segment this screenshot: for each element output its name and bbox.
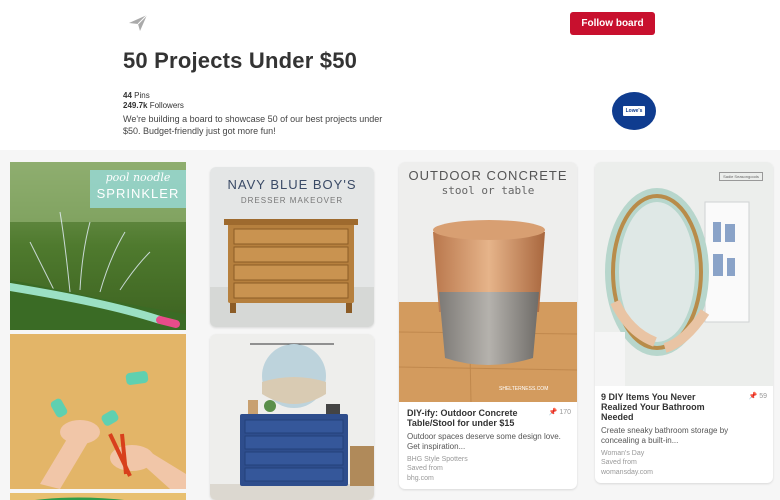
pins-label: Pins (134, 91, 150, 100)
repin-count-value: 170 (559, 409, 571, 416)
mirror-badge: Sadie Seasongoods (719, 172, 763, 181)
noodle-cutting-photo (10, 334, 186, 489)
pin-mirror-image[interactable]: Sadie Seasongoods (595, 162, 773, 386)
overlay-line-1: pool noodle (105, 171, 171, 184)
dresser-overlay: NAVY BLUE BOY'S DRESSER MAKEOVER (210, 177, 374, 207)
board-description: We're building a board to showcase 50 of… (123, 114, 383, 136)
saved-from-label: Saved from (407, 465, 443, 472)
concrete-watermark: SHELTERNESS.COM (499, 386, 549, 392)
saved-from-label: Saved from (601, 459, 637, 466)
lowes-logo: Lowe's (622, 106, 646, 116)
pin-source[interactable]: Woman's Day (601, 450, 765, 457)
overlay-line-1: OUTDOOR CONCRETE (408, 168, 568, 183)
pin-description: Create sneaky bathroom storage by concea… (601, 426, 729, 445)
saved-from-site[interactable]: womansday.com (601, 469, 765, 477)
overlay-line-2: stool or table (441, 184, 535, 197)
pin-concrete-image[interactable]: OUTDOOR CONCRETE stool or table SHELTERN… (399, 162, 577, 402)
pin-icon: 📌 (548, 409, 558, 416)
pin-source[interactable]: BHG Style Spotters (407, 456, 569, 463)
pin-navy-dresser-image[interactable] (210, 334, 374, 500)
pin-column-4: Sadie Seasongoods 📌 59 9 DIY Items You N… (595, 162, 773, 483)
pin-sprinkler-image[interactable]: pool noodle SPRINKLER (10, 162, 186, 330)
board-owner-avatar[interactable]: Lowe's (612, 92, 656, 130)
pin-card-concrete[interactable]: OUTDOOR CONCRETE stool or table SHELTERN… (399, 162, 577, 489)
pin-card-mirror[interactable]: Sadie Seasongoods 📌 59 9 DIY Items You N… (595, 162, 773, 483)
board-title: 50 Projects Under $50 (123, 48, 358, 73)
followers-count-row[interactable]: 249.7k Followers (123, 101, 184, 111)
mirror-photo (595, 162, 773, 386)
overlay-line-1: NAVY BLUE BOY'S (227, 177, 357, 192)
pin-title: DIY-ify: Outdoor Concrete Table/Stool fo… (407, 408, 518, 428)
sprinkler-overlay: pool noodle SPRINKLER (90, 170, 186, 208)
navy-dresser-photo (210, 334, 374, 500)
concrete-overlay: OUTDOOR CONCRETE stool or table (399, 168, 577, 198)
saved-from-site[interactable]: bhg.com (407, 475, 569, 483)
repin-count-value: 59 (759, 393, 767, 400)
hose-photo (10, 493, 186, 500)
pin-dresser-image[interactable]: NAVY BLUE BOY'S DRESSER MAKEOVER (210, 167, 374, 327)
pin-column-1: pool noodle SPRINKLER (10, 162, 186, 500)
pin-column-2: NAVY BLUE BOY'S DRESSER MAKEOVER (210, 167, 374, 500)
overlay-line-2: DRESSER MAKEOVER (240, 196, 344, 205)
pin-icon: 📌 (748, 393, 758, 400)
pin-column-3: OUTDOOR CONCRETE stool or table SHELTERN… (399, 162, 577, 489)
followers-count: 249.7k (123, 101, 148, 110)
follow-board-button[interactable]: Follow board (570, 12, 655, 35)
board-header: Follow board 50 Projects Under $50 44 Pi… (0, 0, 780, 150)
followers-label: Followers (149, 101, 184, 110)
pin-concrete-body: 📌 170 DIY-ify: Outdoor Concrete Table/St… (399, 402, 577, 489)
pin-noodle-cutting-image[interactable] (10, 334, 186, 489)
pins-count: 44 (123, 91, 132, 100)
pins-count-row[interactable]: 44 Pins (123, 91, 184, 101)
pin-description: Outdoor spaces deserve some design love.… (407, 432, 561, 451)
pin-hose-image[interactable] (10, 493, 186, 500)
repin-count[interactable]: 📌 59 (749, 392, 767, 400)
concrete-stool-photo (399, 162, 577, 402)
pin-title: 9 DIY Items You Never Realized Your Bath… (601, 392, 705, 422)
board-stats: 44 Pins 249.7k Followers (123, 91, 184, 111)
pin-mirror-body: 📌 59 9 DIY Items You Never Realized Your… (595, 386, 773, 483)
repin-count[interactable]: 📌 170 (549, 408, 571, 416)
overlay-line-2: SPRINKLER (96, 186, 180, 201)
send-icon[interactable] (128, 14, 148, 32)
